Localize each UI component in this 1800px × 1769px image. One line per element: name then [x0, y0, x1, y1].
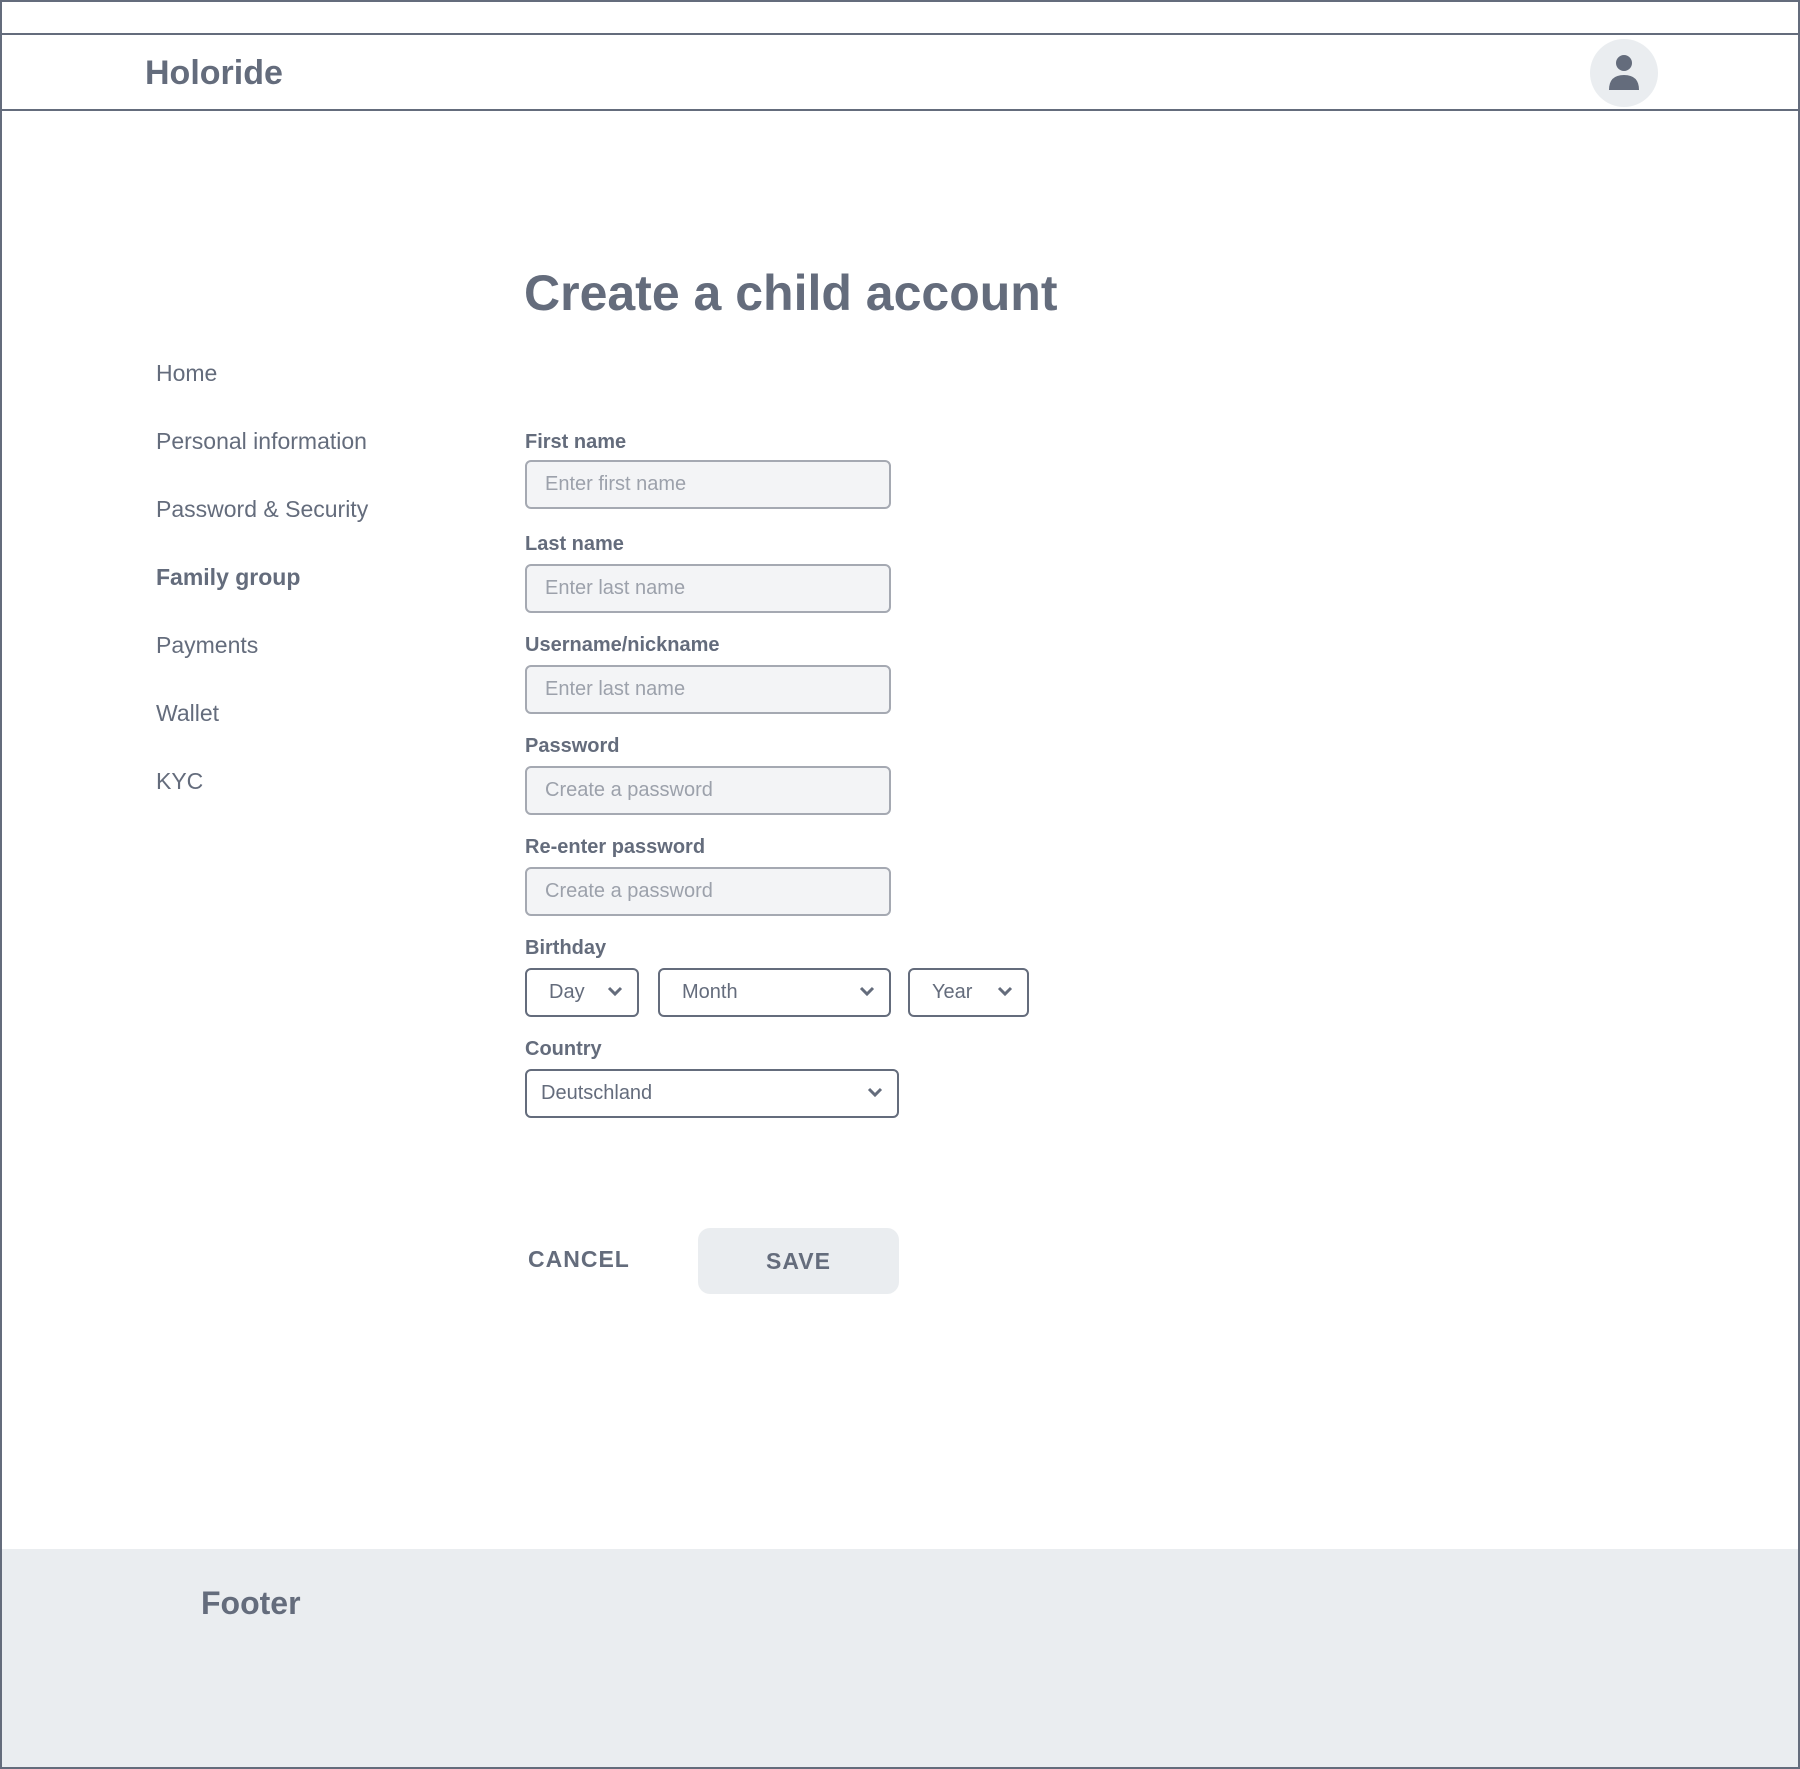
chevron-down-icon: [997, 986, 1013, 997]
year-select[interactable]: Year: [908, 968, 1029, 1017]
sidebar-item-kyc[interactable]: KYC: [156, 768, 368, 836]
reenter-password-label: Re-enter password: [525, 836, 706, 858]
first-name-label: First name: [525, 431, 627, 453]
footer: Footer: [2, 1549, 1798, 1767]
day-select[interactable]: Day: [525, 968, 639, 1017]
sidebar-item-personal-information[interactable]: Personal information: [156, 428, 368, 496]
brand-logo[interactable]: Holoride: [145, 54, 283, 93]
save-button[interactable]: SAVE: [698, 1228, 899, 1294]
chevron-down-icon: [867, 1087, 883, 1098]
sidebar-item-wallet[interactable]: Wallet: [156, 700, 368, 768]
page-title: Create a child account: [524, 265, 1058, 321]
first-name-input[interactable]: [525, 460, 891, 509]
user-icon: [1609, 55, 1639, 90]
password-label: Password: [525, 735, 620, 757]
footer-label: Footer: [201, 1585, 301, 1621]
sidebar-nav: Home Personal information Password & Sec…: [156, 360, 368, 836]
birthday-label: Birthday: [525, 937, 607, 959]
avatar-button[interactable]: [1590, 39, 1658, 107]
country-select[interactable]: Deutschland: [525, 1069, 899, 1118]
year-select-value: Year: [932, 981, 973, 1003]
day-select-value: Day: [549, 981, 585, 1003]
sidebar-item-password-security[interactable]: Password & Security: [156, 496, 368, 564]
sidebar-item-payments[interactable]: Payments: [156, 632, 368, 700]
chevron-down-icon: [859, 986, 875, 997]
month-select[interactable]: Month: [658, 968, 891, 1017]
username-label: Username/nickname: [525, 634, 720, 656]
reenter-password-input[interactable]: [525, 867, 891, 916]
month-select-value: Month: [682, 981, 738, 1003]
last-name-input[interactable]: [525, 564, 891, 613]
last-name-label: Last name: [525, 533, 624, 555]
cancel-button[interactable]: CANCEL: [528, 1246, 630, 1273]
sidebar-item-home[interactable]: Home: [156, 360, 368, 428]
chevron-down-icon: [607, 986, 623, 997]
divider: [0, 33, 1800, 35]
country-select-value: Deutschland: [541, 1082, 653, 1104]
password-input[interactable]: [525, 766, 891, 815]
sidebar-item-family-group[interactable]: Family group: [156, 564, 368, 632]
header-divider: [0, 109, 1800, 111]
username-input[interactable]: [525, 665, 891, 714]
country-label: Country: [525, 1038, 602, 1060]
